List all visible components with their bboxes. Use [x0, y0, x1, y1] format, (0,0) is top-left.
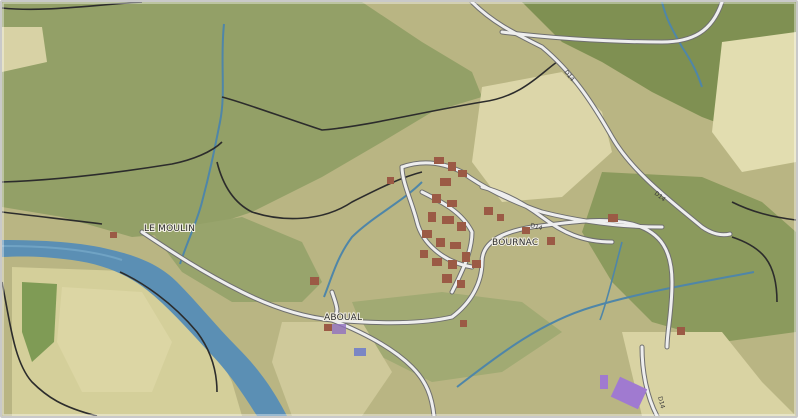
- blue-building: [354, 348, 366, 356]
- place-label-le-moulin: LE MOULIN: [144, 224, 195, 234]
- aerial-map[interactable]: D14 D14 D14 D14 LE MOULIN BOURNAC ABOUAL: [2, 2, 796, 416]
- place-label-bournac: BOURNAC: [492, 238, 538, 248]
- aboual-building: [332, 324, 346, 334]
- map-frame: D14 D14 D14 D14 LE MOULIN BOURNAC ABOUAL: [0, 0, 798, 418]
- purple-building-small: [600, 375, 608, 389]
- place-label-aboual: ABOUAL: [324, 313, 362, 323]
